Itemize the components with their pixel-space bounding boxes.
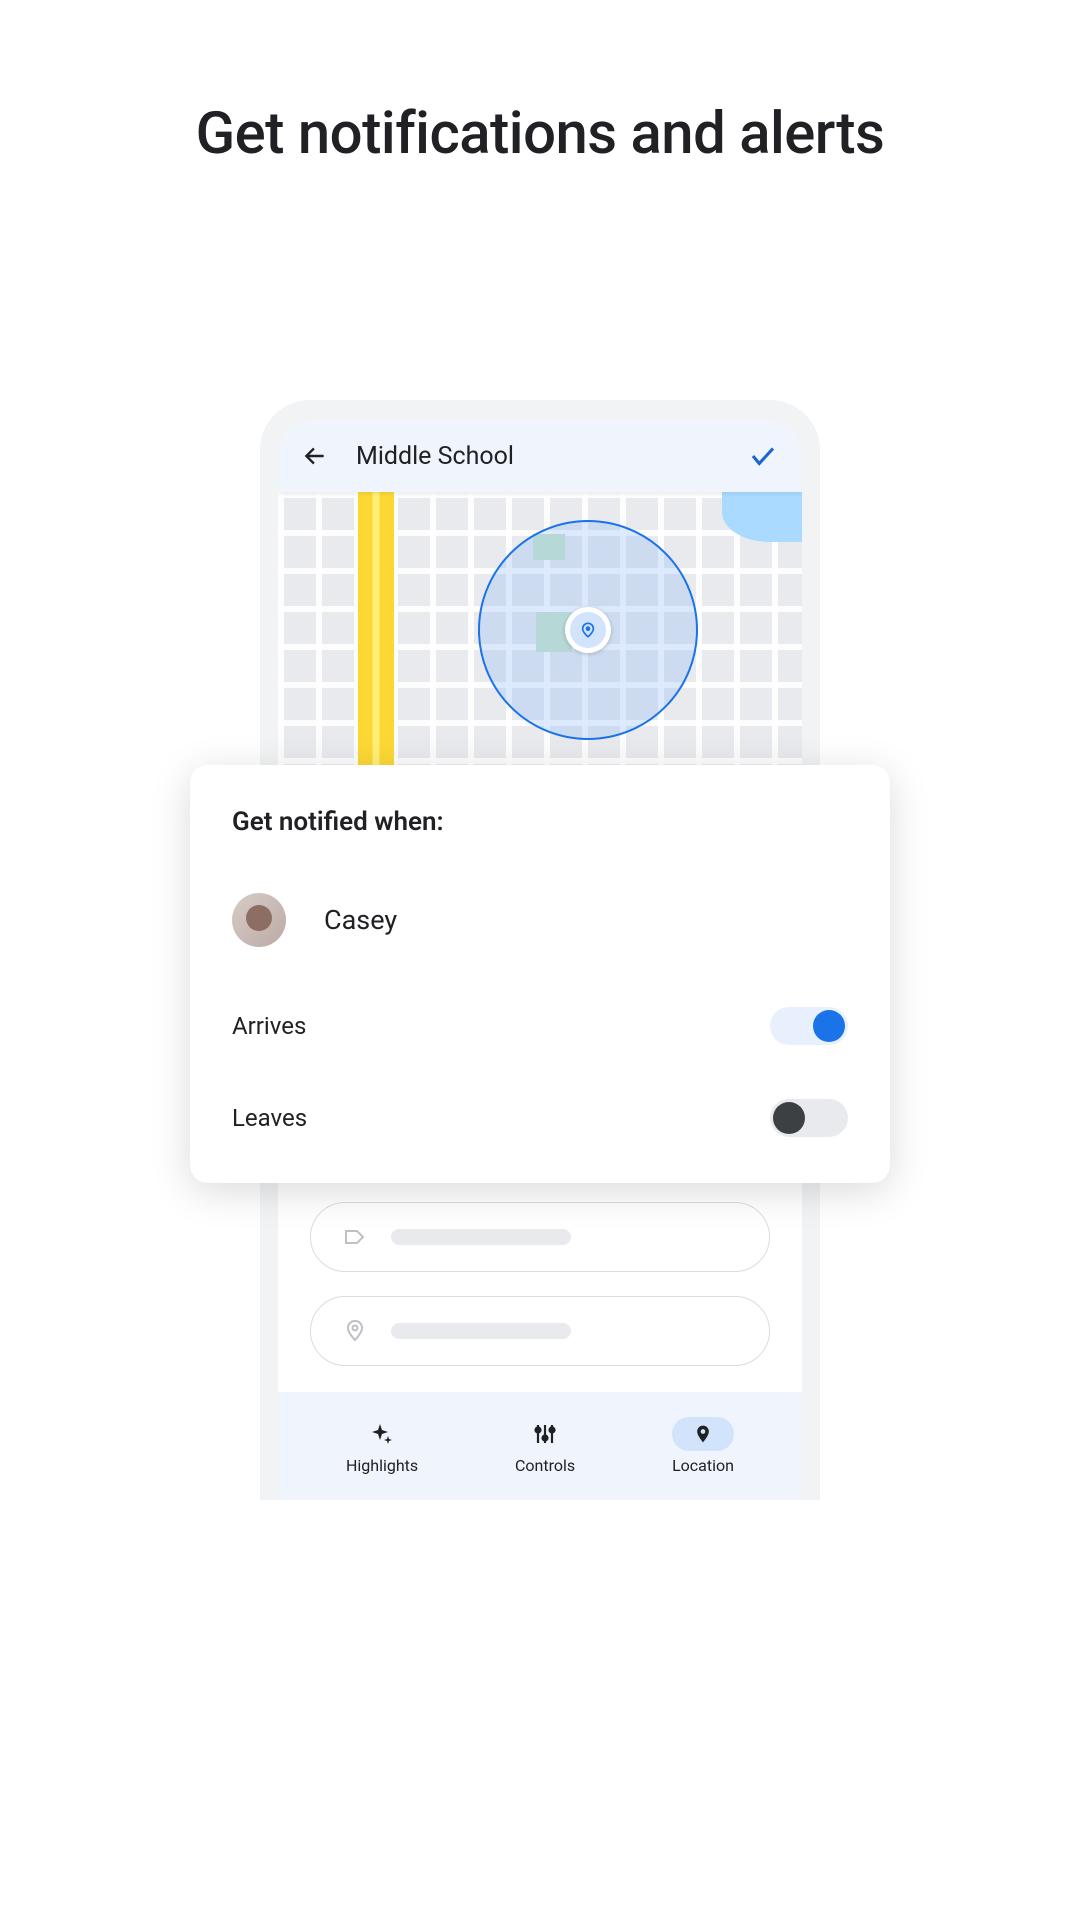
nav-label: Location bbox=[672, 1456, 734, 1475]
nav-label: Highlights bbox=[346, 1456, 418, 1475]
confirm-check-icon[interactable] bbox=[748, 441, 778, 471]
avatar bbox=[232, 893, 286, 947]
nav-label: Controls bbox=[515, 1456, 575, 1475]
switch-thumb bbox=[773, 1102, 805, 1134]
location-input[interactable] bbox=[310, 1296, 770, 1366]
bottom-nav: Highlights Controls bbox=[278, 1392, 802, 1500]
arrives-toggle[interactable] bbox=[770, 1007, 848, 1045]
location-pin-icon bbox=[693, 1422, 713, 1446]
notification-card: Get notified when: Casey Arrives Leaves bbox=[190, 765, 890, 1183]
nav-highlights[interactable]: Highlights bbox=[346, 1417, 418, 1475]
tag-icon bbox=[343, 1225, 367, 1249]
pin-outline-icon bbox=[343, 1319, 367, 1343]
app-bar: Middle School bbox=[278, 420, 802, 492]
location-pin[interactable] bbox=[565, 607, 611, 653]
nav-icon-wrap bbox=[672, 1417, 734, 1451]
card-title: Get notified when: bbox=[232, 807, 848, 837]
back-arrow-icon[interactable] bbox=[302, 443, 328, 469]
arrives-row: Arrives bbox=[232, 1007, 848, 1045]
placeholder-line bbox=[391, 1229, 571, 1245]
nav-controls[interactable]: Controls bbox=[514, 1417, 576, 1475]
map-view[interactable] bbox=[278, 492, 802, 772]
nav-icon-wrap bbox=[514, 1417, 576, 1451]
leaves-label: Leaves bbox=[232, 1104, 307, 1132]
nav-location[interactable]: Location bbox=[672, 1417, 734, 1475]
map-road bbox=[358, 492, 394, 772]
arrives-label: Arrives bbox=[232, 1012, 306, 1040]
hero-title: Get notifications and alerts bbox=[0, 0, 1080, 168]
switch-thumb bbox=[813, 1010, 845, 1042]
person-row: Casey bbox=[232, 893, 848, 947]
person-name: Casey bbox=[324, 904, 397, 936]
label-input[interactable] bbox=[310, 1202, 770, 1272]
leaves-toggle[interactable] bbox=[770, 1099, 848, 1137]
input-list bbox=[310, 1202, 770, 1390]
sliders-icon bbox=[533, 1422, 557, 1446]
sparkle-icon bbox=[370, 1422, 394, 1446]
placeholder-line bbox=[391, 1323, 571, 1339]
pin-icon bbox=[570, 612, 606, 648]
app-bar-title: Middle School bbox=[356, 442, 720, 471]
leaves-row: Leaves bbox=[232, 1099, 848, 1137]
nav-icon-wrap bbox=[351, 1417, 413, 1451]
